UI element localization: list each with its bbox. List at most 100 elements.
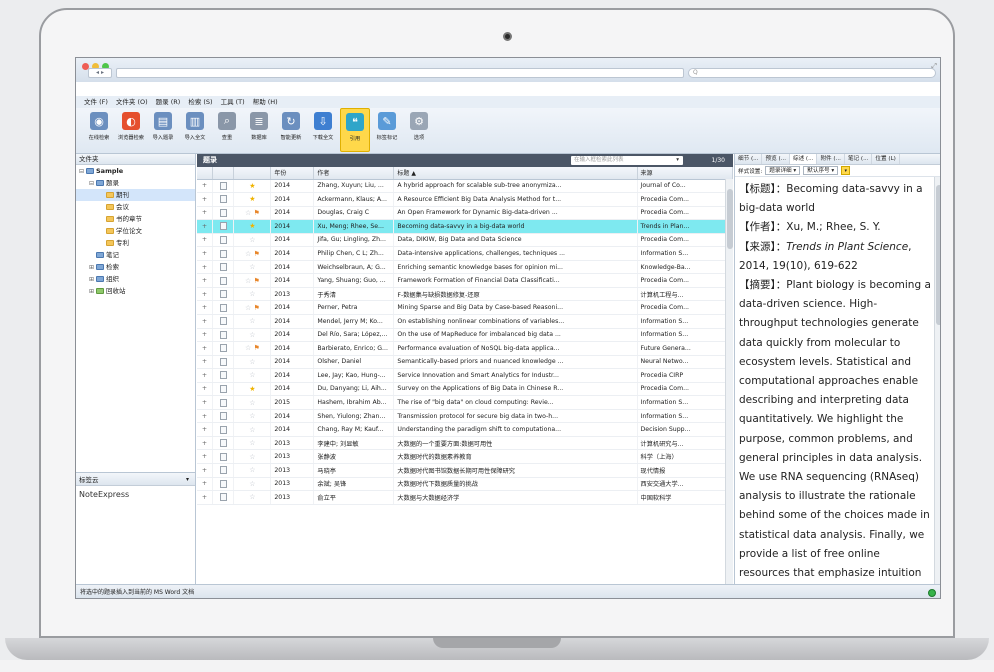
table-row[interactable]: + ☆ ⚑ 2014 Philip Chen, C L; Zh... Data-inte…	[197, 246, 734, 261]
style-select[interactable]: 题录详细 ▾	[765, 166, 801, 175]
tree-item[interactable]: 笔记	[76, 249, 195, 261]
row-expand-icon[interactable]: +	[197, 233, 213, 248]
row-expand-icon[interactable]: +	[197, 314, 213, 329]
menu-item[interactable]: 题录 (R)	[156, 96, 181, 108]
tree-item[interactable]: ⊞ 组织	[76, 273, 195, 285]
tree-toggle-icon[interactable]: ⊞	[89, 286, 96, 298]
toolbar-button-cite[interactable]: ❝ 引用	[340, 108, 370, 152]
tagcloud-header[interactable]: 标签云 ▾	[76, 472, 195, 486]
star-icon[interactable]: ☆	[249, 317, 255, 325]
star-icon[interactable]: ☆	[249, 466, 255, 474]
detail-tab[interactable]: 预览 (...	[762, 154, 790, 164]
row-expand-icon[interactable]: +	[197, 246, 213, 261]
table-row[interactable]: + ☆ 2013 于秀清 F-数据集与缺损数据修复-还原 计算机工程与...	[197, 287, 734, 302]
flag-icon[interactable]: ⚑	[251, 250, 259, 258]
flag-icon[interactable]: ⚑	[251, 277, 259, 285]
row-expand-icon[interactable]: +	[197, 477, 213, 492]
column-header[interactable]: 年份	[270, 167, 315, 180]
column-header[interactable]: 来源	[637, 167, 734, 180]
scroll-thumb[interactable]	[727, 189, 733, 249]
table-row[interactable]: + ☆ 2013 马晓亭 大数据时代图书馆数据长期可用性保障研究 现代情报	[197, 463, 734, 478]
row-expand-icon[interactable]: +	[197, 287, 213, 302]
star-icon[interactable]: ☆	[249, 453, 255, 461]
table-row[interactable]: + ☆ 2013 余斌; 吴锋 大数据时代下数据质量的挑战 西安交通大学...	[197, 477, 734, 492]
row-expand-icon[interactable]: +	[197, 192, 213, 207]
tree-item[interactable]: 期刊	[76, 189, 195, 201]
tree-item[interactable]: ⊞ 回收站	[76, 285, 195, 297]
table-row[interactable]: + ☆ ⚑ 2014 Douglas, Craig C An Open Framewor…	[197, 206, 734, 221]
detail-scrollbar[interactable]	[934, 177, 940, 584]
row-expand-icon[interactable]: +	[197, 273, 213, 288]
star-icon[interactable]: ☆	[249, 331, 255, 339]
toolbar-button-options[interactable]: ⚙ 选项	[404, 108, 434, 152]
tree-item[interactable]: 学位论文	[76, 225, 195, 237]
toolbar-button-download-fulltext[interactable]: ⇩ 下载全文	[308, 108, 338, 152]
tree-item[interactable]: 会议	[76, 201, 195, 213]
toolbar-button-dedupe[interactable]: ⌕ 查重	[212, 108, 242, 152]
table-row[interactable]: + ☆ 2014 Del Río, Sara; López,... On the use…	[197, 328, 734, 343]
row-expand-icon[interactable]: +	[197, 490, 213, 505]
menu-item[interactable]: 帮助 (H)	[253, 96, 278, 108]
star-icon[interactable]: ★	[249, 385, 255, 393]
column-header[interactable]: 标题 ▲	[393, 167, 638, 180]
flag-icon[interactable]: ⚑	[251, 344, 259, 352]
detail-tab[interactable]: 附件 (...	[817, 154, 845, 164]
tree-item[interactable]: 书的章节	[76, 213, 195, 225]
records-scrollbar[interactable]	[725, 179, 733, 584]
column-header[interactable]	[233, 167, 272, 180]
row-expand-icon[interactable]: +	[197, 355, 213, 370]
table-row[interactable]: + ☆ 2014 Jifa, Gu; Lingling, Zh... Data, DIK…	[197, 233, 734, 248]
scroll-thumb[interactable]	[936, 185, 940, 325]
detail-tab[interactable]: 细节 (...	[735, 154, 763, 164]
row-expand-icon[interactable]: +	[197, 382, 213, 397]
table-row[interactable]: + ★ 2014 Ackermann, Klaus; A... A Resource E…	[197, 192, 734, 207]
row-expand-icon[interactable]: +	[197, 179, 213, 194]
row-expand-icon[interactable]: +	[197, 395, 213, 410]
table-row[interactable]: + ☆ 2015 Hashem, Ibrahim Ab... The rise of "…	[197, 395, 734, 410]
table-row[interactable]: + ☆ ⚑ 2014 Perner, Petra Mining Sparse and B…	[197, 300, 734, 315]
table-row[interactable]: + ☆ 2014 Shen, Yiulong; Zhan... Transmission…	[197, 409, 734, 424]
row-expand-icon[interactable]: +	[197, 328, 213, 343]
table-row[interactable]: + ★ 2014 Zhang, Xuyun; Liu, ... A hybrid app…	[197, 179, 734, 194]
table-row[interactable]: + ☆ 2013 李建中; 刘显敏 大数据的一个重要方面:数据可用性 计算机研究与...	[197, 436, 734, 451]
star-icon[interactable]: ★	[249, 195, 255, 203]
row-expand-icon[interactable]: +	[197, 300, 213, 315]
detail-tab[interactable]: 综述 (...	[789, 154, 818, 164]
table-row[interactable]: + ☆ 2014 Weichselbraun, A; G... Enriching se…	[197, 260, 734, 275]
menu-item[interactable]: 工具 (T)	[221, 96, 245, 108]
menu-item[interactable]: 检索 (S)	[188, 96, 212, 108]
style-options-icon[interactable]: ▾	[841, 166, 851, 175]
toolbar-button-smart-update[interactable]: ↻ 智能更新	[276, 108, 306, 152]
star-icon[interactable]: ☆	[249, 263, 255, 271]
menu-item[interactable]: 文件 (F)	[84, 96, 108, 108]
toolbar-button-browser[interactable]: ◐ 浏览器检索	[116, 108, 146, 152]
detail-tab[interactable]: 笔记 (...	[845, 154, 873, 164]
row-expand-icon[interactable]: +	[197, 463, 213, 478]
row-expand-icon[interactable]: +	[197, 206, 213, 221]
chevron-down-icon[interactable]: ▾	[186, 473, 189, 487]
table-row[interactable]: + ☆ 2014 Mendel, Jerry M; Ko... On establish…	[197, 314, 734, 329]
table-row[interactable]: + ☆ 2014 Lee, Jay; Kao, Hung-... Service Inn…	[197, 368, 734, 383]
flag-icon[interactable]: ⚑	[251, 304, 259, 312]
row-expand-icon[interactable]: +	[197, 422, 213, 437]
star-icon[interactable]: ☆	[249, 358, 255, 366]
table-row[interactable]: + ☆ ⚑ 2014 Barbierato, Enrico; G... Performa…	[197, 341, 734, 356]
star-icon[interactable]: ☆	[249, 399, 255, 407]
row-expand-icon[interactable]: +	[197, 409, 213, 424]
tag-word[interactable]: NoteExpress	[79, 490, 129, 499]
table-row[interactable]: + ★ 2014 Xu, Meng; Rhee, Se... Becoming data…	[197, 219, 734, 234]
resize-icon[interactable]: ⤢	[931, 62, 937, 71]
column-header[interactable]	[197, 167, 213, 180]
tree-item[interactable]: 专利	[76, 237, 195, 249]
star-icon[interactable]: ☆	[249, 493, 255, 501]
star-icon[interactable]: ★	[249, 182, 255, 190]
row-expand-icon[interactable]: +	[197, 449, 213, 464]
table-row[interactable]: + ☆ 2014 Chang, Ray M; Kauf... Understanding…	[197, 422, 734, 437]
tree-item[interactable]: ⊞ 检索	[76, 261, 195, 273]
row-expand-icon[interactable]: +	[197, 219, 213, 234]
toolbar-button-tag[interactable]: ✎ 标签标记	[372, 108, 402, 152]
tree-item[interactable]: ⊟ Sample	[76, 165, 195, 177]
menu-item[interactable]: 文件夹 (O)	[116, 96, 148, 108]
row-expand-icon[interactable]: +	[197, 341, 213, 356]
star-icon[interactable]: ☆	[249, 439, 255, 447]
